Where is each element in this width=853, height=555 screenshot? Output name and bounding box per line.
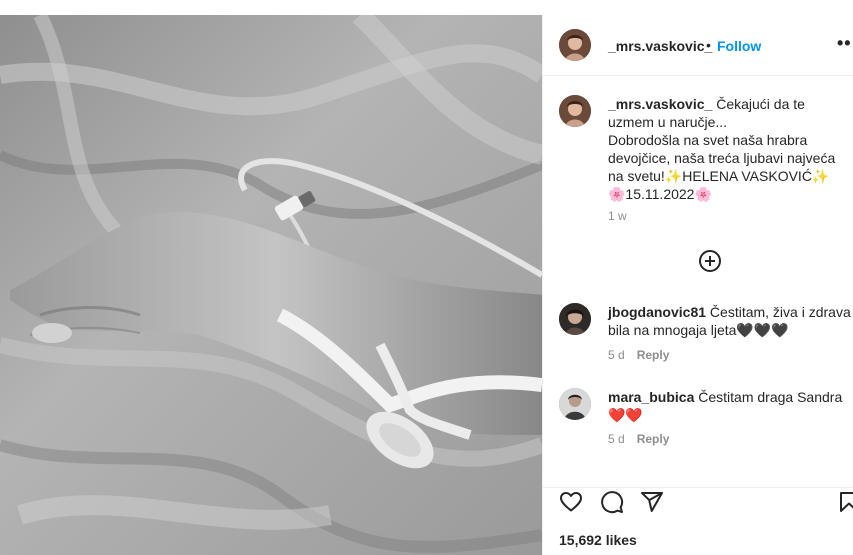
commenter-avatar[interactable]	[559, 303, 591, 335]
post-photo[interactable]	[0, 15, 542, 555]
plus-circle-icon[interactable]	[698, 249, 722, 273]
more-options-icon[interactable]: ••	[837, 33, 852, 54]
comment-timestamp[interactable]: 5 d	[608, 348, 625, 362]
author-avatar[interactable]	[559, 29, 591, 61]
caption-line-3: 🌸15.11.2022🌸	[608, 186, 712, 202]
comment-username[interactable]: jbogdanovic81	[608, 304, 706, 320]
comment-icon[interactable]	[600, 490, 624, 514]
likes-count[interactable]: 15,692 likes	[559, 532, 637, 548]
comment-meta: 5 d Reply	[608, 432, 669, 446]
comment-username[interactable]: mara_bubica	[608, 389, 694, 405]
post-header: _mrs.vaskovic_ • Follow ••	[543, 15, 853, 76]
comment-meta: 5 d Reply	[608, 348, 669, 362]
author-username[interactable]: _mrs.vaskovic_	[608, 38, 712, 54]
post-sidebar: _mrs.vaskovic_ • Follow •• _mrs.vaskovic…	[542, 15, 853, 555]
bookmark-icon[interactable]	[837, 490, 853, 514]
reply-button[interactable]: Reply	[637, 348, 670, 362]
post-caption: _mrs.vaskovic_ Čekajući da te uzmem u na…	[608, 95, 844, 203]
comment-item: jbogdanovic81 Čestitam, živa i zdrava bi…	[608, 303, 853, 339]
comment-item: mara_bubica Čestitam draga Sandra❤️❤️	[608, 388, 853, 424]
hospital-hand-photo	[0, 15, 542, 555]
reply-button[interactable]: Reply	[637, 432, 670, 446]
comments-section: _mrs.vaskovic_ Čekajući da te uzmem u na…	[543, 77, 853, 487]
action-bar: 15,692 likes	[543, 487, 853, 555]
caption-avatar[interactable]	[559, 95, 591, 127]
commenter-avatar[interactable]	[559, 388, 591, 420]
comment-timestamp[interactable]: 5 d	[608, 432, 625, 446]
caption-line-2: Dobrodošla na svet naša hrabra devojčice…	[608, 132, 836, 184]
caption-timestamp[interactable]: 1 w	[608, 209, 627, 223]
share-icon[interactable]	[640, 490, 664, 514]
follow-button[interactable]: Follow	[717, 38, 761, 54]
caption-username[interactable]: _mrs.vaskovic_	[608, 96, 712, 112]
separator-dot: •	[706, 37, 711, 53]
heart-icon[interactable]	[559, 490, 583, 514]
